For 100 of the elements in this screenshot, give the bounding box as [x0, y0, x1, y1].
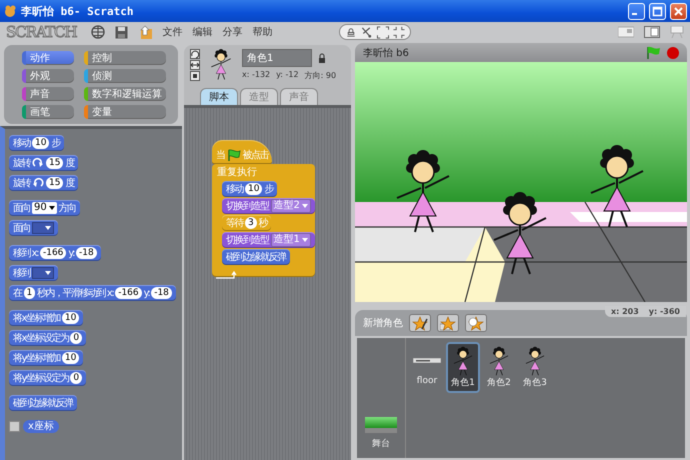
block-label: 度	[65, 176, 74, 190]
block-label: 切换到造型	[226, 234, 268, 247]
shrink-icon[interactable]	[392, 26, 406, 38]
number-input[interactable]: 3	[245, 217, 257, 229]
number-input[interactable]: 10	[245, 183, 262, 195]
tab[interactable]: 脚本	[200, 88, 238, 105]
sprite-tile[interactable]: 角色3	[518, 342, 552, 393]
stage-title: 李昕怡 b6	[363, 46, 410, 60]
block-label: 秒	[258, 216, 268, 230]
share-icon[interactable]	[138, 24, 153, 40]
code-block[interactable]: 在 1 秒内，平滑移动到 x: -166 y: -18	[9, 285, 176, 301]
code-block[interactable]: 碰到边缘就反弹	[9, 395, 76, 411]
block-label: 旋转	[13, 176, 30, 190]
number-input[interactable]: -18	[151, 287, 172, 299]
menu-item[interactable]: 帮助	[252, 25, 273, 39]
code-block[interactable]: 切换到造型 造型1	[222, 232, 315, 248]
number-input[interactable]: 1	[24, 287, 36, 299]
category-button[interactable]: 动作	[22, 51, 74, 65]
number-input[interactable]: -18	[76, 247, 97, 259]
code-block[interactable]: 碰到边缘就反弹	[222, 249, 290, 265]
sprite-tile[interactable]: floor	[410, 342, 444, 390]
new-sprite-button[interactable]	[465, 314, 487, 332]
code-block[interactable]: 将x坐标增加 10	[9, 310, 84, 326]
save-icon[interactable]	[114, 26, 128, 38]
maximize-button[interactable]	[649, 2, 666, 20]
category-button[interactable]: 控制	[84, 51, 166, 65]
left-right-icon[interactable]	[190, 60, 200, 70]
code-block[interactable]: 将y坐标设定为 0	[9, 370, 86, 386]
stage-label: 舞台	[372, 438, 390, 450]
no-rotate-icon[interactable]	[190, 71, 200, 81]
block-label: 步	[264, 182, 273, 196]
number-input[interactable]: 0	[70, 372, 82, 384]
code-block[interactable]: 旋转 15 度	[9, 155, 78, 171]
number-input[interactable]: 15	[46, 177, 64, 189]
minimize-button[interactable]	[628, 2, 645, 20]
block-label: 重复执行	[217, 166, 257, 179]
direction-readout: 方向: 90	[304, 70, 336, 81]
category-button[interactable]: 变量	[84, 105, 166, 119]
scissors-icon[interactable]	[360, 26, 374, 38]
normal-stage-icon[interactable]	[644, 26, 660, 38]
block-label: 当	[216, 148, 224, 162]
caret-icon	[302, 204, 308, 208]
code-block[interactable]: 旋转 15 度	[9, 175, 78, 191]
lock-icon[interactable]	[318, 53, 326, 63]
menu-item[interactable]: 文件	[162, 25, 183, 39]
code-block[interactable]: 移到	[9, 265, 58, 281]
rotate-left-icon	[32, 177, 44, 189]
category-button[interactable]: 画笔	[22, 105, 74, 119]
menu-item[interactable]: 分享	[222, 25, 243, 39]
number-input[interactable]: 0	[70, 332, 82, 344]
number-input[interactable]: 10	[62, 352, 80, 364]
coordinate-readout: x: -132	[242, 70, 270, 81]
category-button[interactable]: 声音	[22, 87, 74, 101]
mouse-y-readout: y: -360	[648, 307, 680, 316]
code-block[interactable]: 移到 x: -166 y: -18	[9, 245, 101, 261]
code-block[interactable]: 移动 10 步	[222, 181, 277, 197]
rotate-icon[interactable]	[190, 49, 200, 59]
sprite-name-field[interactable]: 角色1	[242, 49, 312, 67]
category-button[interactable]: 数字和逻辑运算	[84, 87, 166, 101]
stage-thumbnail[interactable]	[365, 417, 397, 433]
globe-icon[interactable]	[90, 25, 105, 39]
caret-icon	[45, 226, 51, 230]
number-input[interactable]: 15	[46, 157, 64, 169]
new-sprite-button[interactable]	[437, 314, 459, 332]
block-label: 面向	[13, 222, 30, 235]
new-sprite-button[interactable]	[409, 314, 431, 332]
question-star-icon	[468, 316, 484, 330]
code-block[interactable]: 移动 10 步	[9, 135, 64, 151]
loop-block[interactable]: 重复执行 移动 10 步 切换到造型 造型2 等待 3 秒 切换到造型 造型1 碰到边缘就反弹	[212, 164, 315, 277]
dropdown-field[interactable]: 90	[32, 202, 57, 214]
block-label: y:	[68, 248, 74, 258]
code-block[interactable]: 将x坐标设定为 0	[9, 330, 86, 346]
cat-icon	[3, 4, 17, 18]
code-block[interactable]: 面向 90 方向	[9, 200, 80, 216]
reporter-block[interactable]: x座标	[23, 420, 59, 433]
window-title: 李昕怡 b6- Scratch	[21, 4, 134, 18]
close-button[interactable]	[670, 2, 687, 20]
flag-button[interactable]	[645, 46, 661, 60]
category-button[interactable]: 外观	[22, 69, 74, 83]
sprite-tile[interactable]: 角色2	[482, 342, 516, 393]
code-block[interactable]: 切换到造型 造型2	[222, 198, 315, 214]
number-input[interactable]: -166	[115, 287, 142, 299]
dropdown-field[interactable]	[32, 267, 54, 279]
block-label: 被点击	[242, 148, 268, 162]
block-label: 移到	[13, 267, 30, 280]
checkbox[interactable]	[9, 421, 20, 432]
number-input[interactable]: 10	[62, 312, 80, 324]
category-button[interactable]: 侦测	[84, 69, 166, 83]
grow-icon[interactable]	[376, 26, 390, 38]
code-block[interactable]: 等待 3 秒	[222, 215, 272, 231]
sprite-tile[interactable]: 角色1	[446, 342, 480, 393]
menu-item[interactable]: 编辑	[192, 25, 213, 39]
dropdown-field[interactable]	[32, 222, 54, 234]
number-input[interactable]: -166	[40, 247, 66, 259]
code-block[interactable]: 将y坐标增加 10	[9, 350, 84, 366]
paint-star-icon	[412, 316, 428, 330]
number-input[interactable]: 10	[32, 137, 50, 149]
sprite-name: floor	[416, 376, 438, 386]
code-block[interactable]: 面向	[9, 220, 58, 236]
block-label: 移到 x:	[13, 247, 38, 260]
